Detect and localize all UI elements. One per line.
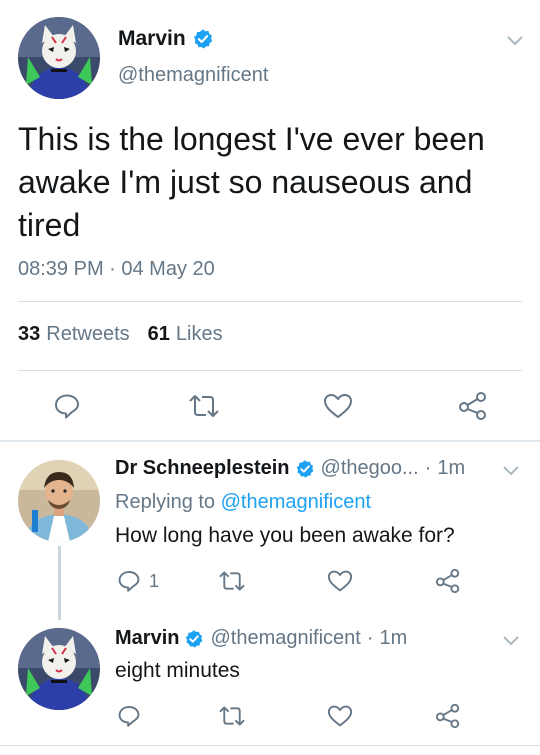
divider <box>18 370 522 371</box>
reply-count: 1 <box>149 570 160 591</box>
like-icon <box>323 392 353 420</box>
verified-badge-icon <box>192 28 214 50</box>
reply-text: How long have you been awake for? <box>115 524 455 547</box>
likes-count: 61 <box>147 323 170 345</box>
reply-author-line: Marvin @themagnificent · 1m <box>115 627 407 650</box>
retweet-icon <box>218 704 246 728</box>
thread-connector <box>58 546 61 620</box>
replying-to-link[interactable]: @themagnificent <box>221 491 371 513</box>
reply-author-name[interactable]: Marvin <box>115 627 179 650</box>
share-icon <box>435 704 461 728</box>
like-icon <box>327 569 353 593</box>
reply-icon <box>53 392 81 420</box>
reply-text: eight minutes <box>115 659 240 682</box>
retweet-icon <box>188 392 220 420</box>
share-icon <box>435 569 461 593</box>
tweet-text: This is the longest I've ever been awake… <box>18 121 485 243</box>
author-name-line: Marvin <box>118 27 214 51</box>
likes-label: Likes <box>175 323 223 345</box>
verified-badge-icon <box>295 459 315 479</box>
like-icon <box>327 704 353 728</box>
section-divider <box>0 440 540 442</box>
chevron-down-icon[interactable] <box>506 34 524 46</box>
reply-author-name[interactable]: Dr Schneeplestein <box>115 457 290 480</box>
reply-author-line: Dr Schneeplestein @thegoo... · 1m <box>115 457 465 480</box>
reply-button[interactable] <box>117 704 141 728</box>
reply-timestamp[interactable]: 1m <box>437 457 465 480</box>
share-button[interactable] <box>458 392 488 420</box>
like-button[interactable] <box>323 392 353 420</box>
main-tweet: Marvin @themagnificent This is the longe… <box>0 0 540 440</box>
share-button[interactable] <box>435 704 461 728</box>
retweets-label: Retweets <box>46 323 130 345</box>
chevron-down-icon[interactable] <box>502 634 520 646</box>
divider <box>0 745 540 746</box>
chevron-down-icon[interactable] <box>502 464 520 476</box>
like-button[interactable] <box>327 569 353 593</box>
separator-dot: · <box>366 627 374 649</box>
retweets-stat[interactable]: 33 Retweets <box>18 323 130 346</box>
verified-badge-icon <box>184 629 204 649</box>
retweet-button[interactable] <box>218 704 246 728</box>
reply-timestamp[interactable]: 1m <box>380 627 408 650</box>
retweets-count: 33 <box>18 323 41 345</box>
retweet-button[interactable] <box>218 569 246 593</box>
retweet-icon <box>218 569 246 593</box>
replying-to: Replying to @themagnificent <box>115 491 371 514</box>
avatar[interactable] <box>18 628 100 710</box>
avatar[interactable] <box>18 17 100 99</box>
reply-author-handle[interactable]: @themagnificent <box>210 627 360 650</box>
like-button[interactable] <box>327 704 353 728</box>
author-name[interactable]: Marvin <box>118 27 186 51</box>
reply-button[interactable] <box>53 392 81 420</box>
retweet-button[interactable] <box>188 392 220 420</box>
author-handle[interactable]: @themagnificent <box>118 64 268 87</box>
reply-button[interactable]: 1 <box>117 569 159 593</box>
tweet-timestamp[interactable]: 08:39 PM · 04 May 20 <box>18 258 215 281</box>
replying-to-label: Replying to <box>115 491 216 513</box>
share-icon <box>458 392 488 420</box>
reply-icon <box>117 569 141 593</box>
separator-dot: · <box>424 457 432 479</box>
tweet-stats: 33 Retweets 61 Likes <box>18 323 241 346</box>
avatar[interactable] <box>18 460 100 542</box>
likes-stat[interactable]: 61 Likes <box>148 323 223 346</box>
reply-icon <box>117 704 141 728</box>
divider <box>18 301 522 302</box>
reply-author-handle[interactable]: @thegoo... <box>321 457 419 480</box>
share-button[interactable] <box>435 569 461 593</box>
